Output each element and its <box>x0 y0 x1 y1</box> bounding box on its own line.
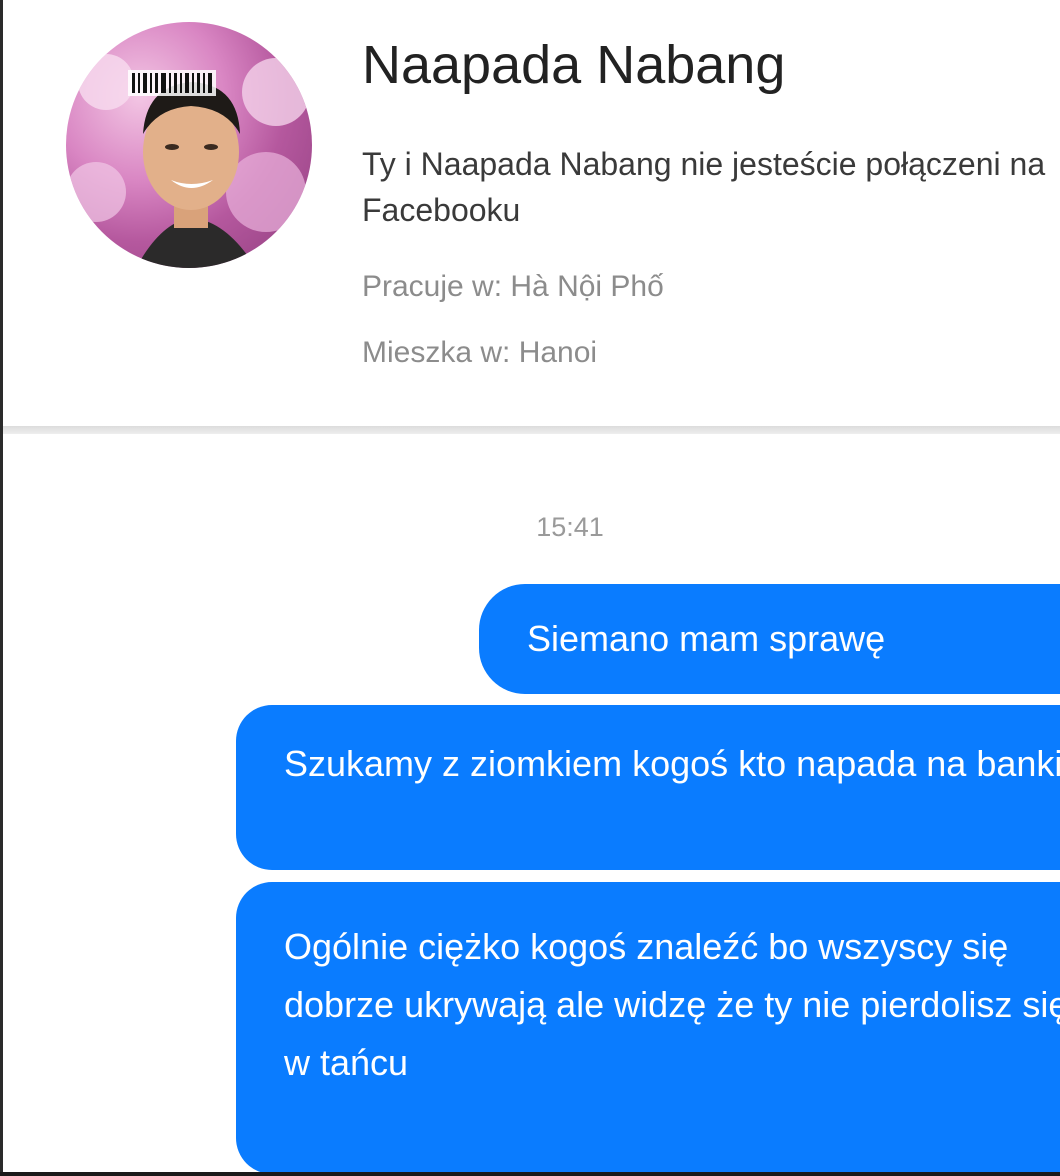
message-timestamp: 15:41 <box>536 512 604 542</box>
frame-edge <box>0 1172 1060 1176</box>
message-bubble[interactable]: Szukamy z ziomkiem kogoś kto napada na b… <box>236 705 1060 870</box>
profile-name[interactable]: Naapada Nabang <box>362 34 785 96</box>
message-bubble[interactable]: Siemano mam sprawę <box>479 584 1060 694</box>
avatar-photo <box>66 54 310 268</box>
message-bubble[interactable]: Ogólnie ciężko kogoś znaleźć bo wszyscy … <box>236 882 1060 1174</box>
header-divider <box>3 426 1060 434</box>
frame-edge <box>0 0 3 1176</box>
avatar[interactable] <box>66 22 312 268</box>
location-info: Mieszka w: Hanoi <box>362 336 598 369</box>
work-info: Pracuje w: Hà Nội Phố <box>362 270 664 303</box>
connection-status: Ty i Naapada Nabang nie jesteście połącz… <box>362 146 1046 228</box>
